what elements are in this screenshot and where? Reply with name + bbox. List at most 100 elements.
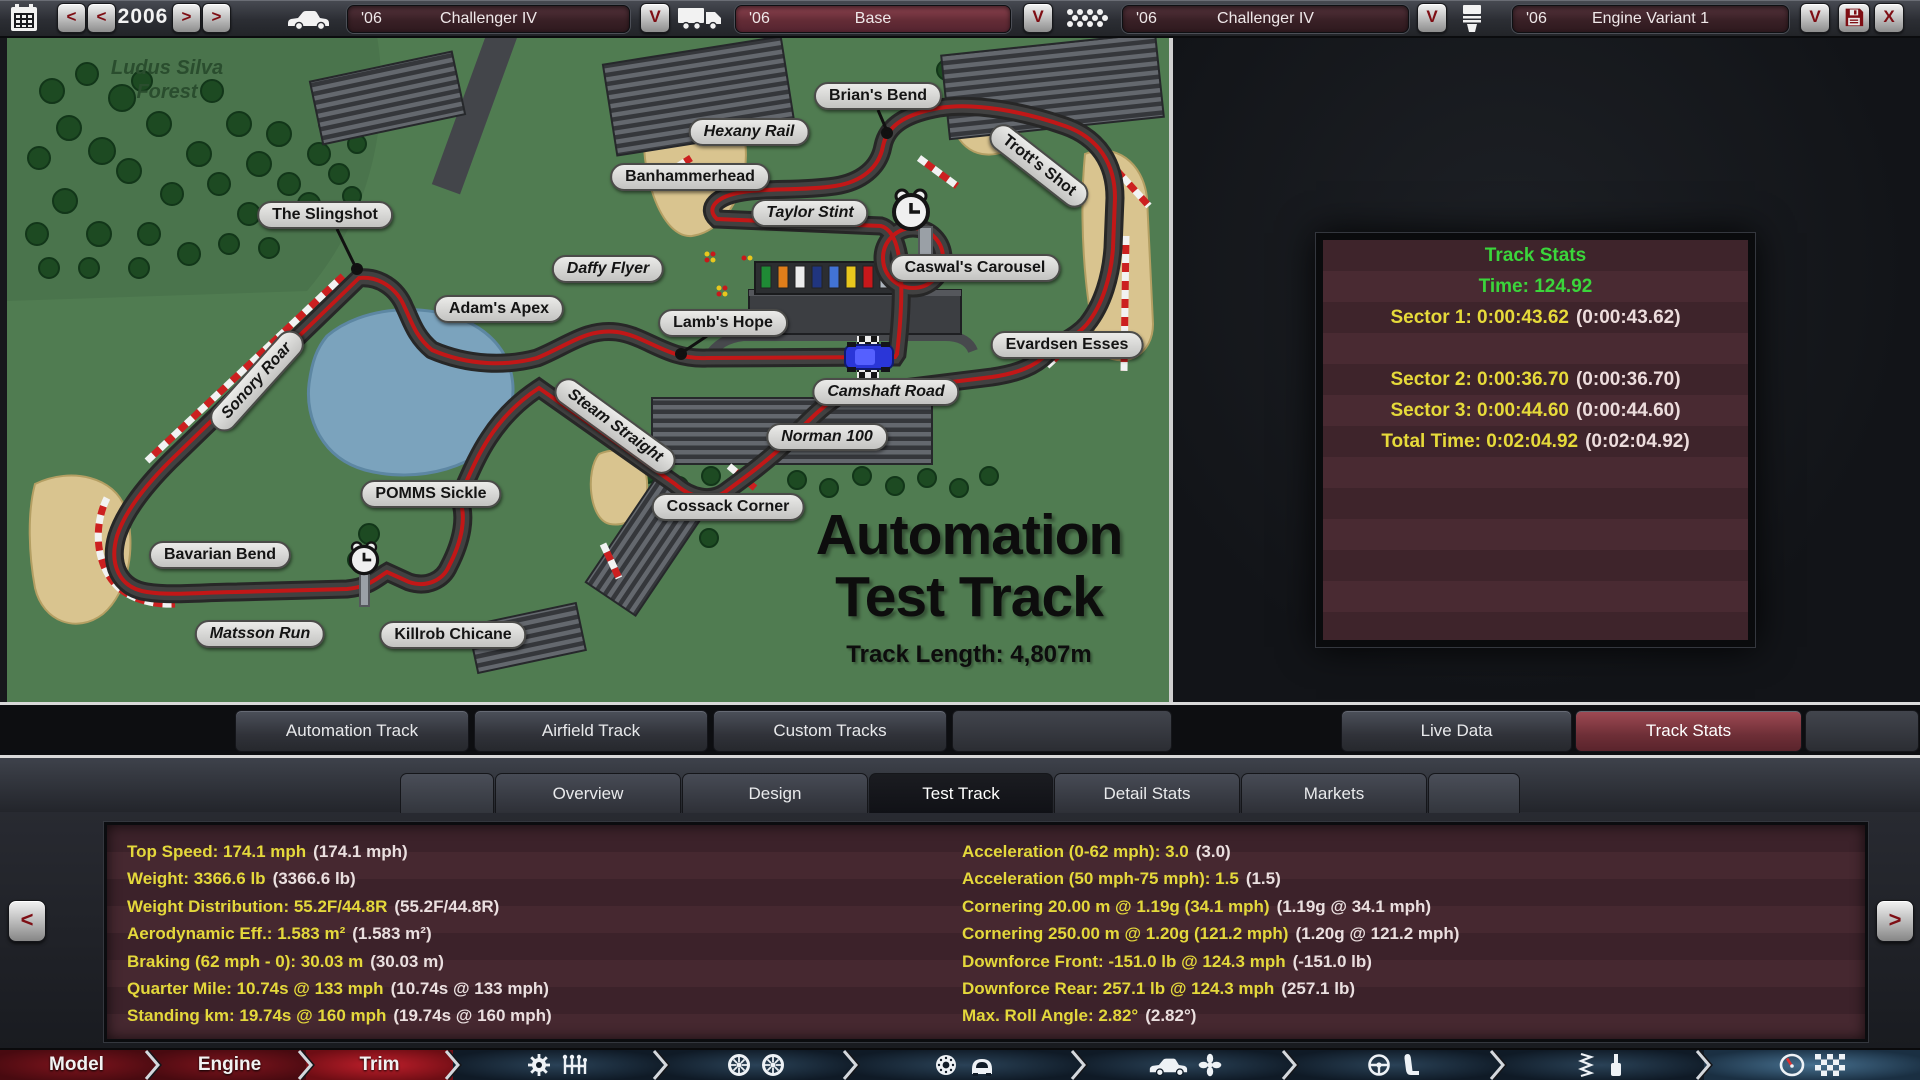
nav-interior[interactable]	[1290, 1050, 1507, 1080]
stat-row: Weight Distribution: 55.2F/44.8R (55.2F/4…	[127, 896, 500, 916]
forest-label: Ludus Silva Forest	[110, 57, 224, 103]
tab-custom-tracks[interactable]: Custom Tracks	[713, 710, 947, 752]
nav-wheels[interactable]	[661, 1050, 860, 1080]
chevron-separator-icon	[652, 1050, 670, 1080]
piston-icon	[1458, 3, 1486, 38]
gauge-icon	[1779, 1053, 1805, 1077]
gear-icon	[528, 1054, 550, 1076]
tab-bar-cap	[1428, 773, 1520, 813]
nav-model[interactable]: Model	[0, 1050, 162, 1080]
car-icon	[286, 5, 330, 36]
engine-variant-dropdown-button[interactable]: V	[1800, 3, 1830, 33]
performance-stats-box: Top Speed: 174.1 mph (174.1 mph) Weight: …	[104, 822, 1868, 1042]
corner-label-killrob-chicane: Killrob Chicane	[379, 621, 527, 649]
performance-prev-button[interactable]: <	[8, 900, 46, 942]
sector-2-row: Sector 2: 0:00:36.70 (0:00:36.70)	[1390, 369, 1681, 390]
car-side-icon	[1149, 1058, 1187, 1077]
stat-row: Weight: 3366.6 lb (3366.6 lb)	[127, 869, 356, 889]
stat-row: Acceleration (50 mph-75 mph): 1.5 (1.5)	[962, 869, 1281, 889]
chevron-separator-icon	[1695, 1050, 1713, 1080]
nav-test-track[interactable]	[1704, 1050, 1920, 1080]
sector-clock-icon	[348, 541, 380, 576]
model-value: Challenger IV	[440, 10, 537, 27]
year-next-fast-button[interactable]: >	[202, 3, 231, 33]
corner-label-bavarian-bend: Bavarian Bend	[148, 541, 292, 569]
track-stats-panel: Track Stats Time: 124.92 Sector 1: 0:00:…	[1173, 36, 1920, 702]
tab-overview[interactable]: Overview	[495, 773, 681, 813]
track-map: Ludus Silva Forest Brian's Bend Hexany Ra…	[0, 36, 1173, 702]
tab-automation-track[interactable]: Automation Track	[235, 710, 469, 752]
nav-brakes[interactable]	[851, 1050, 1088, 1080]
total-time-row: Total Time: 0:02:04.92 (0:02:04.92)	[1381, 431, 1690, 452]
corner-label-hexany-rail: Hexany Rail	[688, 118, 810, 146]
year-prev-fast-button[interactable]: <	[57, 3, 86, 33]
tab-live-data[interactable]: Live Data	[1341, 710, 1572, 752]
stat-row: Aerodynamic Eff.: 1.583 m² (1.583 m²)	[127, 924, 432, 944]
tab-markets[interactable]: Markets	[1241, 773, 1427, 813]
chevron-separator-icon	[297, 1050, 315, 1080]
nav-body-aero[interactable]	[1079, 1050, 1299, 1080]
trim-dropdown-button[interactable]: V	[1023, 3, 1053, 33]
trim-year-prefix: '06	[749, 10, 770, 27]
seat-icon	[1404, 1054, 1419, 1075]
model-year-prefix: '06	[361, 10, 382, 27]
corner-label-lambs-hope: Lamb's Hope	[658, 309, 788, 337]
stat-row: Cornering 250.00 m @ 1.20g (121.2 mph) (1…	[962, 924, 1460, 944]
stat-row: Top Speed: 174.1 mph (174.1 mph)	[127, 842, 408, 861]
model-selector[interactable]: '06 Challenger IV	[347, 5, 630, 33]
stat-row: Quarter Mile: 10.74s @ 133 mph (10.74s @ …	[127, 978, 549, 998]
stat-row: Max. Roll Angle: 2.82° (2.82°)	[962, 1006, 1197, 1026]
gearbox-shifter-icon	[562, 1054, 587, 1074]
spacer-row	[1323, 333, 1748, 364]
performance-panel: < Top Speed: 174.1 mph (174.1 mph) Weight…	[0, 812, 1920, 1048]
track-length: Track Length: 4,807m	[846, 641, 1092, 668]
wheel-icon	[762, 1054, 784, 1076]
brake-disc-icon	[936, 1055, 956, 1075]
chevron-separator-icon	[1070, 1050, 1088, 1080]
automation-game-window: < < 2006 > > '06 Challenger IV V '06 Bas…	[0, 0, 1920, 1080]
corner-label-caswals-carousel: Caswal's Carousel	[889, 254, 1061, 282]
sector-1-row: Sector 1: 0:00:43.62 (0:00:43.62)	[1390, 307, 1681, 328]
save-button[interactable]	[1838, 3, 1870, 33]
engine-family-dropdown-button[interactable]: V	[1417, 3, 1447, 33]
tab-bar-cap	[400, 773, 494, 813]
engine-icon	[1064, 7, 1110, 34]
trim-selector[interactable]: '06 Base	[735, 5, 1011, 33]
calendar-icon	[9, 3, 39, 38]
tab-track-stats[interactable]: Track Stats	[1575, 710, 1802, 752]
close-icon[interactable]: X	[1874, 3, 1904, 33]
stat-row: Cornering 20.00 m @ 1.19g (34.1 mph) (1.1…	[962, 896, 1432, 916]
truck-icon	[676, 4, 724, 37]
track-stats-box: Track Stats Time: 124.92 Sector 1: 0:00:…	[1316, 233, 1755, 647]
performance-next-button[interactable]: >	[1876, 900, 1914, 942]
year-next-button[interactable]: >	[172, 3, 201, 33]
track-stats-title: Track Stats	[1484, 245, 1587, 266]
tab-test-track[interactable]: Test Track	[869, 773, 1053, 813]
nav-engine[interactable]: Engine	[153, 1050, 315, 1080]
chevron-separator-icon	[842, 1050, 860, 1080]
engine-variant-selector[interactable]: '06 Engine Variant 1	[1512, 5, 1789, 33]
stat-row: Downforce Rear: 257.1 lb @ 124.3 mph (257…	[962, 978, 1355, 998]
performance-left-column: Top Speed: 174.1 mph (174.1 mph) Weight: …	[127, 838, 552, 1030]
sector-3-row: Sector 3: 0:00:44.60 (0:00:44.60)	[1390, 400, 1681, 421]
nav-drivetrain[interactable]	[453, 1050, 670, 1080]
nav-trim[interactable]: Trim	[306, 1050, 462, 1080]
checkered-flag-icon	[1815, 1054, 1845, 1076]
player-car	[844, 342, 894, 372]
corner-label-adams-apex: Adam's Apex	[433, 295, 565, 323]
corner-label-banhammerhead: Banhammerhead	[610, 163, 770, 191]
year-value: 2006	[117, 5, 169, 28]
fan-icon	[1198, 1053, 1221, 1077]
tab-design[interactable]: Design	[682, 773, 868, 813]
corner-label-taylor-stint: Taylor Stint	[751, 199, 869, 227]
nav-suspension[interactable]	[1498, 1050, 1713, 1080]
year-prev-button[interactable]: <	[87, 3, 116, 33]
tab-detail-stats[interactable]: Detail Stats	[1054, 773, 1240, 813]
engine-family-selector[interactable]: '06 Challenger IV	[1122, 5, 1409, 33]
stat-row: Braking (62 mph - 0): 30.03 m (30.03 m)	[127, 951, 444, 971]
model-dropdown-button[interactable]: V	[640, 3, 670, 33]
corner-label-camshaft-road: Camshaft Road	[812, 378, 960, 406]
tab-airfield-track[interactable]: Airfield Track	[474, 710, 708, 752]
corner-label-matsson-run: Matsson Run	[194, 620, 326, 648]
performance-right-column: Acceleration (0-62 mph): 3.0 (3.0) Accele…	[962, 838, 1459, 1030]
